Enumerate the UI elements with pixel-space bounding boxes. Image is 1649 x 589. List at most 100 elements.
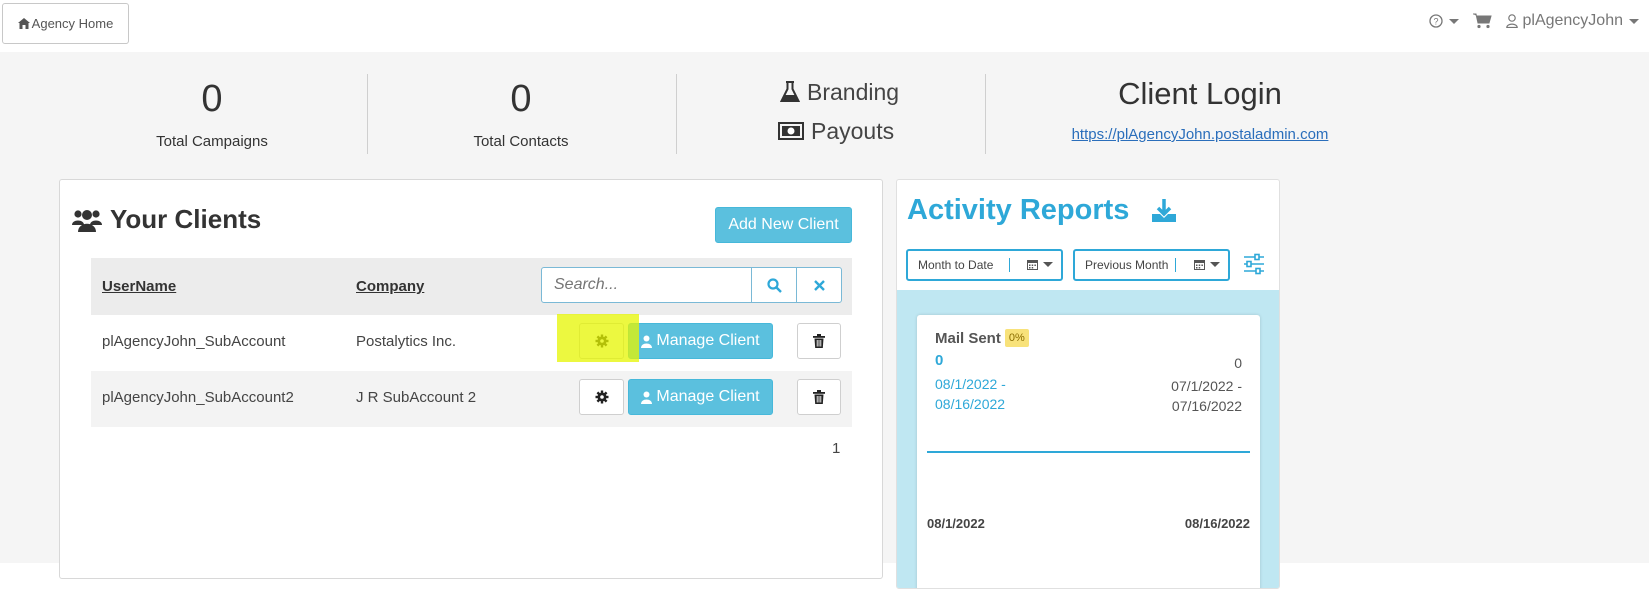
manage-client-button[interactable]: Manage Client — [628, 323, 773, 359]
total-contacts-stat: 0 Total Contacts — [421, 78, 621, 150]
trash-icon — [813, 334, 825, 348]
row-company: Postalytics Inc. — [356, 333, 457, 350]
payouts-label: Payouts — [811, 117, 895, 144]
calendar-icon — [1194, 260, 1205, 270]
row-username: plAgencyJohn_SubAccount — [102, 333, 286, 350]
mail-sent-label: Mail Sent — [935, 329, 1001, 347]
divider — [1009, 258, 1010, 272]
chevron-down-icon — [1210, 262, 1220, 267]
client-login-url[interactable]: https://plAgencyJohn.postaladmin.com — [1072, 126, 1329, 143]
divider — [367, 74, 368, 154]
filter-settings-button[interactable] — [1243, 253, 1265, 280]
home-icon — [17, 18, 30, 29]
chevron-down-icon — [1629, 18, 1639, 24]
delete-client-button[interactable] — [797, 323, 841, 359]
previous-range-end: 07/16/2022 — [1171, 398, 1242, 414]
change-badge: 0% — [1004, 329, 1029, 347]
branding-link[interactable]: Branding — [760, 76, 940, 108]
stats-area: 0 Total Campaigns 0 Total Contacts Brand… — [0, 52, 1649, 589]
previous-value: 0 — [1234, 355, 1242, 371]
manage-client-label: Manage Client — [656, 332, 760, 349]
your-clients-title: Your Clients — [72, 204, 261, 235]
user-icon — [1506, 14, 1519, 28]
user-icon — [641, 391, 653, 404]
current-range-select[interactable]: Month to Date — [906, 249, 1063, 281]
page-number[interactable]: 1 — [832, 440, 840, 457]
mail-sent-title: Mail Sent 0% — [935, 329, 1029, 347]
gear-icon — [595, 390, 608, 404]
calendar-dropdown — [1027, 259, 1053, 270]
current-range: 08/1/2022 - 08/16/2022 — [935, 374, 1006, 414]
total-campaigns-value: 0 — [201, 78, 223, 120]
delete-client-button[interactable] — [797, 379, 841, 415]
add-new-client-button[interactable]: Add New Client — [715, 207, 852, 243]
branding-label: Branding — [807, 78, 900, 105]
row-username: plAgencyJohn_SubAccount2 — [102, 389, 294, 406]
activity-body: Mail Sent 0% 0 08/1/2022 - 08/16/2022 0 … — [897, 290, 1279, 588]
search-icon — [766, 277, 782, 293]
question-circle-icon: ? — [1429, 14, 1444, 28]
clients-table-header: UserName Company — [91, 258, 852, 315]
close-icon — [813, 279, 825, 291]
your-clients-panel: Your Clients Add New Client UserName Com… — [59, 179, 883, 579]
axis-end-label: 08/16/2022 — [1184, 516, 1250, 531]
previous-range-start: 07/1/2022 - — [1171, 378, 1242, 394]
previous-range-label: Previous Month — [1085, 258, 1169, 272]
username-label: plAgencyJohn — [1522, 12, 1623, 29]
your-clients-label: Your Clients — [110, 204, 262, 234]
highlight-marker — [557, 314, 639, 362]
client-login-title: Client Login — [1118, 76, 1282, 111]
mail-sent-card: Mail Sent 0% 0 08/1/2022 - 08/16/2022 0 … — [917, 315, 1260, 588]
users-icon — [72, 209, 102, 232]
user-icon — [641, 335, 653, 348]
table-row: plAgencyJohn_SubAccount2 J R SubAccount … — [91, 371, 852, 427]
client-login-section: Client Login https://plAgencyJohn.postal… — [1000, 76, 1400, 144]
column-header-username[interactable]: UserName — [102, 278, 176, 295]
chevron-down-icon — [1043, 262, 1053, 267]
calendar-icon — [1027, 260, 1038, 270]
total-campaigns-label: Total Campaigns — [156, 133, 268, 150]
activity-reports-title: Activity Reports — [907, 194, 1177, 227]
divider — [1175, 258, 1176, 272]
column-header-company[interactable]: Company — [356, 278, 424, 295]
clear-search-button[interactable] — [796, 267, 842, 303]
download-icon[interactable] — [1151, 198, 1177, 223]
flask-icon — [780, 81, 800, 102]
top-right-menu: ? plAgencyJohn — [1415, 12, 1639, 30]
search-button[interactable] — [751, 267, 797, 303]
table-row: plAgencyJohn_SubAccount Postalytics Inc.… — [91, 315, 852, 371]
manage-client-label: Manage Client — [656, 388, 760, 405]
row-company: J R SubAccount 2 — [356, 389, 477, 406]
trash-icon — [813, 390, 825, 404]
divider — [985, 74, 986, 154]
current-range-end: 08/16/2022 — [935, 396, 1006, 412]
sliders-icon — [1244, 253, 1264, 275]
manage-client-button[interactable]: Manage Client — [628, 379, 773, 415]
divider — [676, 74, 677, 154]
total-contacts-value: 0 — [510, 78, 532, 120]
activity-reports-panel: Activity Reports Month to Date Previous … — [896, 179, 1280, 589]
user-menu[interactable]: plAgencyJohn — [1506, 12, 1639, 30]
svg-text:?: ? — [1434, 17, 1439, 27]
agency-home-label: Agency Home — [31, 16, 114, 31]
top-bar: Agency Home ? plAgencyJohn — [0, 0, 1649, 52]
client-settings-button[interactable] — [579, 379, 624, 415]
cart-icon — [1473, 13, 1493, 29]
cart-button[interactable] — [1473, 13, 1493, 29]
chevron-down-icon — [1449, 18, 1460, 24]
activity-reports-label: Activity Reports — [907, 194, 1130, 226]
calendar-dropdown — [1194, 259, 1220, 270]
total-contacts-label: Total Contacts — [473, 133, 569, 150]
current-range-label: Month to Date — [918, 258, 994, 272]
search-input[interactable] — [541, 267, 752, 303]
previous-range: 07/1/2022 - 07/16/2022 — [1171, 376, 1242, 416]
agency-home-button[interactable]: Agency Home — [2, 3, 129, 44]
current-value: 0 — [935, 352, 944, 369]
axis-start-label: 08/1/2022 — [927, 516, 985, 531]
help-menu[interactable]: ? — [1429, 14, 1460, 28]
total-campaigns-stat: 0 Total Campaigns — [112, 78, 312, 150]
payouts-link[interactable]: Payouts — [760, 115, 940, 147]
money-icon — [778, 122, 804, 140]
previous-range-select[interactable]: Previous Month — [1073, 249, 1230, 281]
current-range-start: 08/1/2022 - — [935, 376, 1006, 392]
